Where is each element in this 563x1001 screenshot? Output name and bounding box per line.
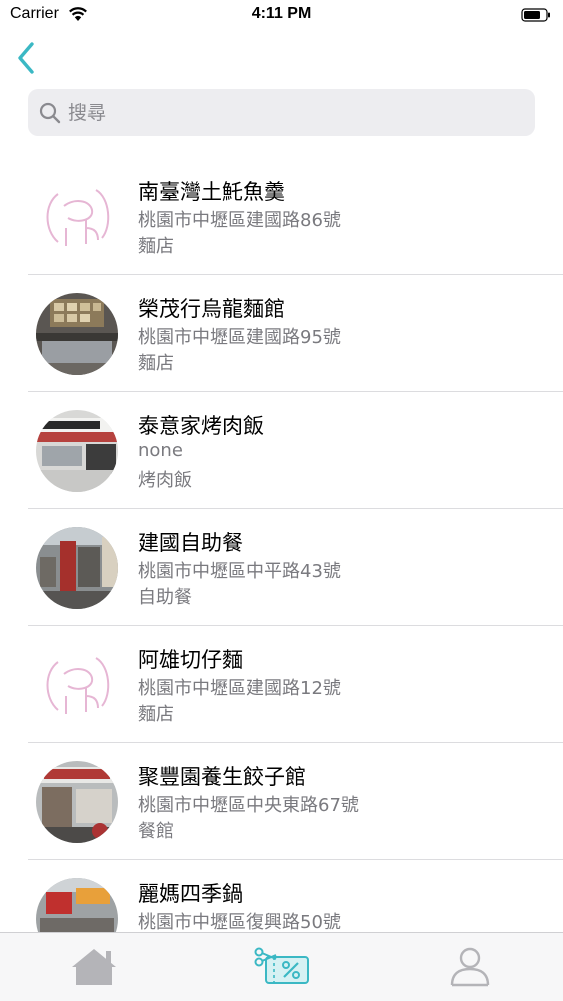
- avatar: [36, 176, 118, 258]
- home-icon: [72, 949, 116, 985]
- restaurant-list: 南臺灣土魠魚羹 桃園市中壢區建國路86號 麵店 榮茂行烏龍麵館 桃園市中壢區建國: [0, 158, 563, 977]
- restaurant-name: 泰意家烤肉飯: [138, 414, 264, 438]
- list-item[interactable]: 南臺灣土魠魚羹 桃園市中壢區建國路86號 麵店: [0, 158, 563, 275]
- restaurant-photo: [36, 293, 118, 375]
- list-item[interactable]: 阿雄切仔麵 桃園市中壢區建國路12號 麵店: [0, 626, 563, 743]
- restaurant-address: 桃園市中壢區中央東路67號: [138, 795, 359, 816]
- restaurant-category: 自助餐: [138, 587, 192, 608]
- tab-coupons[interactable]: [252, 945, 312, 989]
- restaurant-name: 榮茂行烏龍麵館: [138, 297, 285, 321]
- avatar: [36, 761, 118, 843]
- tab-home[interactable]: [64, 945, 124, 989]
- restaurant-name: 聚豐園養生餃子館: [138, 765, 306, 789]
- restaurant-address: 桃園市中壢區建國路12號: [138, 678, 341, 699]
- clock: 4:11 PM: [251, 5, 312, 22]
- avatar: [36, 644, 118, 726]
- restaurant-address: none: [138, 440, 183, 461]
- tab-bar: [0, 932, 563, 1001]
- tab-profile[interactable]: [440, 945, 500, 989]
- restaurant-photo: [36, 761, 118, 843]
- restaurant-category: 麵店: [138, 236, 174, 257]
- restaurant-name: 阿雄切仔麵: [138, 648, 243, 672]
- avatar: [36, 410, 118, 492]
- restaurant-category: 餐館: [138, 821, 174, 842]
- back-button[interactable]: [12, 40, 42, 76]
- restaurant-category: 烤肉飯: [138, 470, 192, 491]
- restaurant-name: 麗媽四季鍋: [138, 882, 243, 906]
- search-icon: [39, 102, 61, 124]
- restaurant-category: 麵店: [138, 353, 174, 374]
- search-input[interactable]: [66, 95, 520, 131]
- profile-icon: [450, 947, 490, 987]
- restaurant-name: 建國自助餐: [138, 531, 243, 555]
- list-item[interactable]: 建國自助餐 桃園市中壢區中平路43號 自助餐: [0, 509, 563, 626]
- placeholder-logo-icon: [37, 645, 117, 725]
- list-item[interactable]: 聚豐園養生餃子館 桃園市中壢區中央東路67號 餐館: [0, 743, 563, 860]
- coupon-icon: [254, 947, 309, 984]
- search-bar[interactable]: [28, 89, 535, 136]
- status-bar: Carrier 4:11 PM: [0, 0, 563, 30]
- avatar: [36, 527, 118, 609]
- list-item[interactable]: 泰意家烤肉飯 none 烤肉飯: [0, 392, 563, 509]
- chevron-left-icon: [18, 42, 34, 74]
- restaurant-photo: [36, 410, 118, 492]
- restaurant-address: 桃園市中壢區建國路86號: [138, 210, 341, 231]
- placeholder-logo-icon: [37, 177, 117, 257]
- battery-icon: [521, 8, 551, 22]
- avatar: [36, 293, 118, 375]
- list-item[interactable]: 榮茂行烏龍麵館 桃園市中壢區建國路95號 麵店: [0, 275, 563, 392]
- restaurant-name: 南臺灣土魠魚羹: [138, 180, 285, 204]
- restaurant-address: 桃園市中壢區建國路95號: [138, 327, 341, 348]
- restaurant-address: 桃園市中壢區中平路43號: [138, 561, 341, 582]
- restaurant-photo: [36, 527, 118, 609]
- restaurant-address: 桃園市中壢區復興路50號: [138, 912, 341, 933]
- restaurant-category: 麵店: [138, 704, 174, 725]
